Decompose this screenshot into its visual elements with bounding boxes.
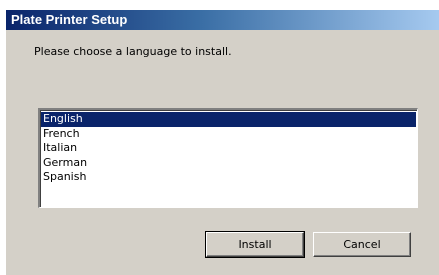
list-item-spanish[interactable]: Spanish bbox=[41, 170, 416, 185]
window-title: Plate Printer Setup bbox=[11, 12, 128, 27]
language-prompt: Please choose a language to install. bbox=[34, 45, 232, 58]
install-button[interactable]: Install bbox=[205, 231, 305, 258]
setup-dialog: Plate Printer Setup Please choose a lang… bbox=[5, 9, 439, 275]
list-item-french[interactable]: French bbox=[41, 127, 416, 142]
list-item-italian[interactable]: Italian bbox=[41, 141, 416, 156]
title-bar[interactable]: Plate Printer Setup bbox=[6, 10, 439, 30]
list-item-german[interactable]: German bbox=[41, 156, 416, 171]
list-item-english[interactable]: English bbox=[41, 112, 416, 127]
cancel-button[interactable]: Cancel bbox=[313, 232, 411, 257]
language-listbox[interactable]: English French Italian German Spanish bbox=[38, 108, 418, 208]
